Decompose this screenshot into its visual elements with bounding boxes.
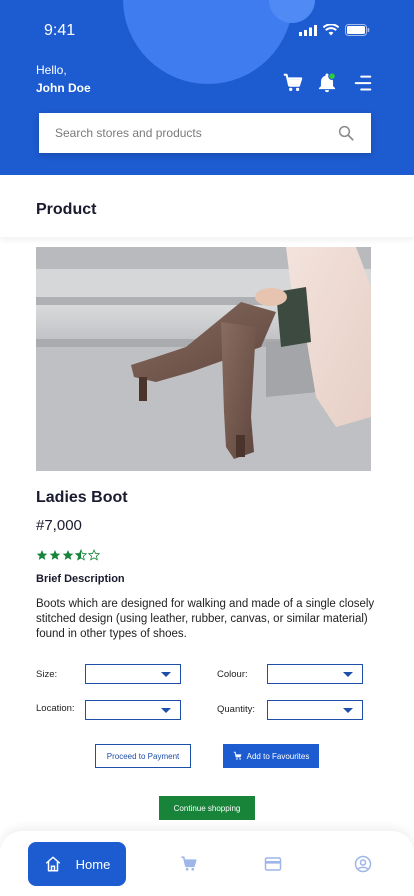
product-price: #7,000 bbox=[36, 517, 82, 534]
product-rating bbox=[36, 549, 100, 561]
cart-icon bbox=[233, 751, 242, 760]
colour-label: Colour: bbox=[217, 669, 248, 680]
decorative-circle-large bbox=[123, 0, 293, 84]
bottom-navigation: Home bbox=[0, 831, 414, 896]
product-image bbox=[36, 247, 371, 471]
nav-cart-icon[interactable] bbox=[180, 855, 198, 873]
cart-icon[interactable] bbox=[282, 72, 304, 94]
proceed-to-payment-label: Proceed to Payment bbox=[106, 751, 180, 761]
signal-icon bbox=[299, 24, 317, 36]
app-header: 9:41 Hello, John Doe bbox=[0, 0, 414, 175]
add-to-favourites-button[interactable]: Add to Favourites bbox=[223, 744, 319, 768]
status-time: 9:41 bbox=[44, 22, 76, 39]
star-empty-icon bbox=[88, 549, 100, 561]
product-name: Ladies Boot bbox=[36, 489, 128, 506]
nav-card-icon[interactable] bbox=[264, 855, 282, 873]
user-name: John Doe bbox=[36, 81, 91, 95]
notification-bell-icon[interactable] bbox=[316, 72, 338, 94]
menu-icon[interactable] bbox=[352, 72, 374, 94]
quantity-select[interactable] bbox=[267, 700, 363, 720]
proceed-to-payment-button[interactable]: Proceed to Payment bbox=[95, 744, 191, 768]
continue-shopping-label: Continue shopping bbox=[173, 803, 241, 813]
page-title-bar: Product bbox=[0, 175, 414, 237]
chevron-down-icon bbox=[161, 708, 171, 713]
status-icons bbox=[299, 24, 370, 36]
description-title: Brief Description bbox=[36, 573, 125, 585]
star-full-icon bbox=[36, 550, 48, 560]
chevron-down-icon bbox=[161, 672, 171, 677]
nav-profile-icon[interactable] bbox=[354, 855, 372, 873]
greeting: Hello, John Doe bbox=[36, 63, 91, 95]
chevron-down-icon bbox=[343, 672, 353, 677]
product-photo-illustration bbox=[36, 247, 371, 471]
star-full-icon bbox=[49, 550, 61, 560]
search-icon[interactable] bbox=[337, 124, 355, 142]
battery-icon bbox=[345, 24, 370, 36]
quantity-label: Quantity: bbox=[217, 704, 256, 715]
star-half-icon bbox=[75, 549, 87, 561]
location-label: Location: bbox=[36, 703, 75, 714]
chevron-down-icon bbox=[343, 708, 353, 713]
product-description: Boots which are designed for walking and… bbox=[36, 598, 375, 640]
page-title: Product bbox=[36, 201, 97, 218]
add-to-favourites-label: Add to Favourites bbox=[246, 751, 310, 761]
home-icon bbox=[45, 856, 60, 872]
nav-home-label: Home bbox=[75, 856, 111, 872]
search-input[interactable] bbox=[55, 126, 337, 140]
greeting-text: Hello, bbox=[36, 63, 67, 77]
size-select[interactable] bbox=[85, 664, 181, 684]
continue-shopping-button[interactable]: Continue shopping bbox=[159, 796, 255, 820]
size-label: Size: bbox=[36, 669, 58, 680]
star-full-icon bbox=[62, 550, 74, 560]
location-select[interactable] bbox=[85, 700, 181, 720]
search-bar[interactable] bbox=[39, 113, 371, 153]
colour-select[interactable] bbox=[267, 664, 363, 684]
nav-home-button[interactable]: Home bbox=[28, 842, 126, 886]
wifi-icon bbox=[323, 24, 339, 36]
